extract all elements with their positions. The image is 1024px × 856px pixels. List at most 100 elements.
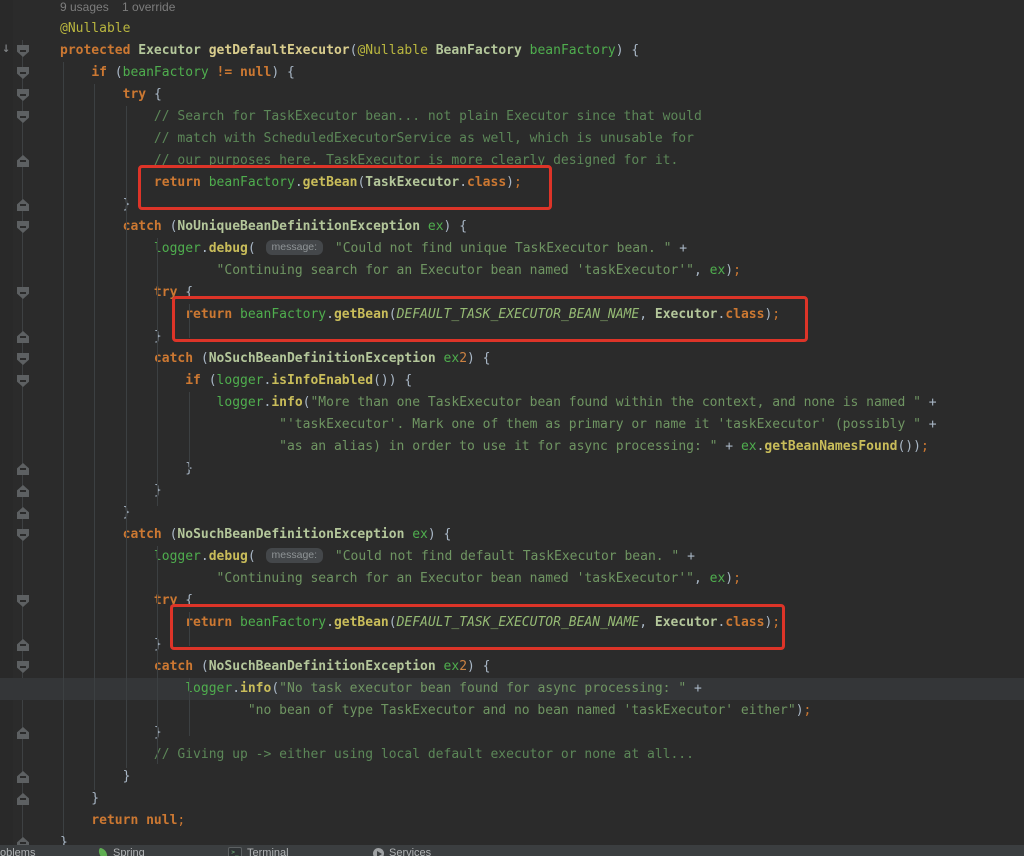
code-token bbox=[420, 219, 428, 234]
code-token: catch bbox=[154, 659, 201, 674]
indent-guide bbox=[126, 106, 127, 768]
code-token bbox=[436, 659, 444, 674]
indent-guide bbox=[157, 238, 158, 506]
toolwindow-tab-terminal[interactable]: >_Terminal bbox=[228, 846, 289, 856]
code-line[interactable]: } bbox=[60, 194, 130, 216]
code-token: ex bbox=[741, 439, 757, 454]
code-token: info bbox=[271, 395, 302, 410]
code-token bbox=[60, 527, 123, 542]
annotation-box bbox=[172, 296, 808, 342]
toolwindow-tab-label: Spring bbox=[113, 846, 145, 856]
code-token: ) bbox=[796, 703, 804, 718]
code-token: } bbox=[60, 329, 162, 344]
code-token: ) { bbox=[467, 659, 490, 674]
code-line[interactable]: if (logger.isInfoEnabled()) { bbox=[60, 370, 412, 392]
code-token: "Continuing search for an Executor bean … bbox=[217, 571, 694, 586]
code-token bbox=[60, 87, 123, 102]
code-line[interactable]: } bbox=[60, 480, 162, 502]
code-line[interactable]: logger.info("More than one TaskExecutor … bbox=[60, 392, 937, 414]
code-token: BeanFactory bbox=[436, 43, 522, 58]
code-token: NoSuchBeanDefinitionException bbox=[209, 659, 436, 674]
code-line[interactable]: } bbox=[60, 766, 130, 788]
code-line[interactable]: logger.debug( message: "Could not find u… bbox=[60, 238, 687, 260]
annotation-box bbox=[138, 165, 552, 210]
toolwindow-tab-label: Services bbox=[389, 846, 431, 856]
code-token bbox=[436, 351, 444, 366]
code-token: ) { bbox=[616, 43, 639, 58]
code-token: logger bbox=[154, 549, 201, 564]
code-line[interactable]: "Continuing search for an Executor bean … bbox=[60, 568, 741, 590]
code-line[interactable]: // Giving up -> either using local defau… bbox=[60, 744, 694, 766]
code-line[interactable]: } bbox=[60, 788, 99, 810]
toolwindow-tab-label: Terminal bbox=[247, 846, 289, 856]
services-icon bbox=[373, 848, 384, 856]
code-line[interactable]: } bbox=[60, 326, 162, 348]
code-token: "More than one TaskExecutor bean found w… bbox=[310, 395, 920, 410]
code-line[interactable]: @Nullable bbox=[60, 18, 130, 40]
code-token: try bbox=[123, 87, 154, 102]
code-token: NoUniqueBeanDefinitionException bbox=[177, 219, 420, 234]
code-line[interactable]: logger.debug( message: "Could not find d… bbox=[60, 546, 695, 568]
code-editor-area[interactable]: 9 usages 1 override@Nullableprotected Ex… bbox=[0, 0, 1024, 845]
code-token: } bbox=[60, 769, 130, 784]
code-token: ex bbox=[710, 571, 726, 586]
code-token: logger bbox=[154, 241, 201, 256]
code-line[interactable]: "Continuing search for an Executor bean … bbox=[60, 260, 741, 282]
code-token: protected bbox=[60, 43, 138, 58]
code-token: } bbox=[60, 197, 130, 212]
code-token: ; bbox=[804, 703, 812, 718]
code-token: "No task executor bean found for async p… bbox=[279, 681, 686, 696]
code-token: 9 usages bbox=[60, 0, 109, 14]
code-token: + bbox=[717, 439, 740, 454]
code-token bbox=[60, 417, 279, 432]
toolwindow-tab-services[interactable]: Services bbox=[373, 846, 431, 856]
code-token: "as an alias) in order to use it for asy… bbox=[279, 439, 717, 454]
code-token: @Nullable bbox=[60, 21, 130, 36]
code-line[interactable]: protected Executor getDefaultExecutor(@N… bbox=[60, 40, 639, 62]
code-token bbox=[60, 285, 154, 300]
code-token: ( bbox=[201, 351, 209, 366]
code-token: ( bbox=[115, 65, 123, 80]
code-line[interactable]: catch (NoSuchBeanDefinitionException ex2… bbox=[60, 656, 491, 678]
toolwindow-tab-spring[interactable]: Spring bbox=[98, 846, 145, 856]
code-line[interactable]: // match with ScheduledExecutorService a… bbox=[60, 128, 694, 150]
code-line[interactable]: } bbox=[60, 634, 162, 656]
code-token: NoSuchBeanDefinitionException bbox=[177, 527, 404, 542]
code-token: ; bbox=[921, 439, 929, 454]
code-token: beanFactory bbox=[530, 43, 616, 58]
code-line[interactable]: "'taskExecutor'. Mark one of them as pri… bbox=[60, 414, 937, 436]
code-line[interactable]: "as an alias) in order to use it for asy… bbox=[60, 436, 929, 458]
code-line[interactable]: // Search for TaskExecutor bean... not p… bbox=[60, 106, 702, 128]
code-token bbox=[60, 681, 185, 696]
code-token: info bbox=[240, 681, 271, 696]
code-token: != bbox=[217, 65, 240, 80]
code-line[interactable]: try { bbox=[60, 84, 162, 106]
code-line[interactable]: if (beanFactory != null) { bbox=[60, 62, 295, 84]
code-token bbox=[327, 549, 335, 564]
code-line[interactable]: catch (NoSuchBeanDefinitionException ex)… bbox=[60, 524, 451, 546]
code-token: // Giving up -> either using local defau… bbox=[60, 747, 694, 762]
code-line[interactable]: } bbox=[60, 722, 162, 744]
code-token: + bbox=[671, 241, 687, 256]
code-line[interactable]: catch (NoUniqueBeanDefinitionException e… bbox=[60, 216, 467, 238]
toolwindow-tab-oblems[interactable]: oblems bbox=[0, 846, 35, 856]
code-line[interactable]: 9 usages 1 override bbox=[60, 0, 175, 18]
annotation-box bbox=[170, 604, 785, 650]
code-token: @Nullable bbox=[357, 43, 435, 58]
code-token: catch bbox=[123, 219, 170, 234]
code-token: // Search for TaskExecutor bean... not p… bbox=[60, 109, 702, 124]
code-token: ) bbox=[725, 263, 733, 278]
code-token: } bbox=[60, 505, 130, 520]
code-line[interactable]: catch (NoSuchBeanDefinitionException ex2… bbox=[60, 348, 491, 370]
code-token: ) { bbox=[444, 219, 467, 234]
code-line[interactable]: return null; bbox=[60, 810, 185, 832]
code-token: logger bbox=[185, 681, 232, 696]
code-line[interactable]: "no bean of type TaskExecutor and no bea… bbox=[60, 700, 811, 722]
code-line[interactable]: } bbox=[60, 502, 130, 524]
code-token: ex bbox=[428, 219, 444, 234]
code-token bbox=[60, 549, 154, 564]
code-token: . bbox=[201, 549, 209, 564]
code-token: + bbox=[921, 395, 937, 410]
code-token: { bbox=[154, 87, 162, 102]
code-token bbox=[60, 351, 154, 366]
